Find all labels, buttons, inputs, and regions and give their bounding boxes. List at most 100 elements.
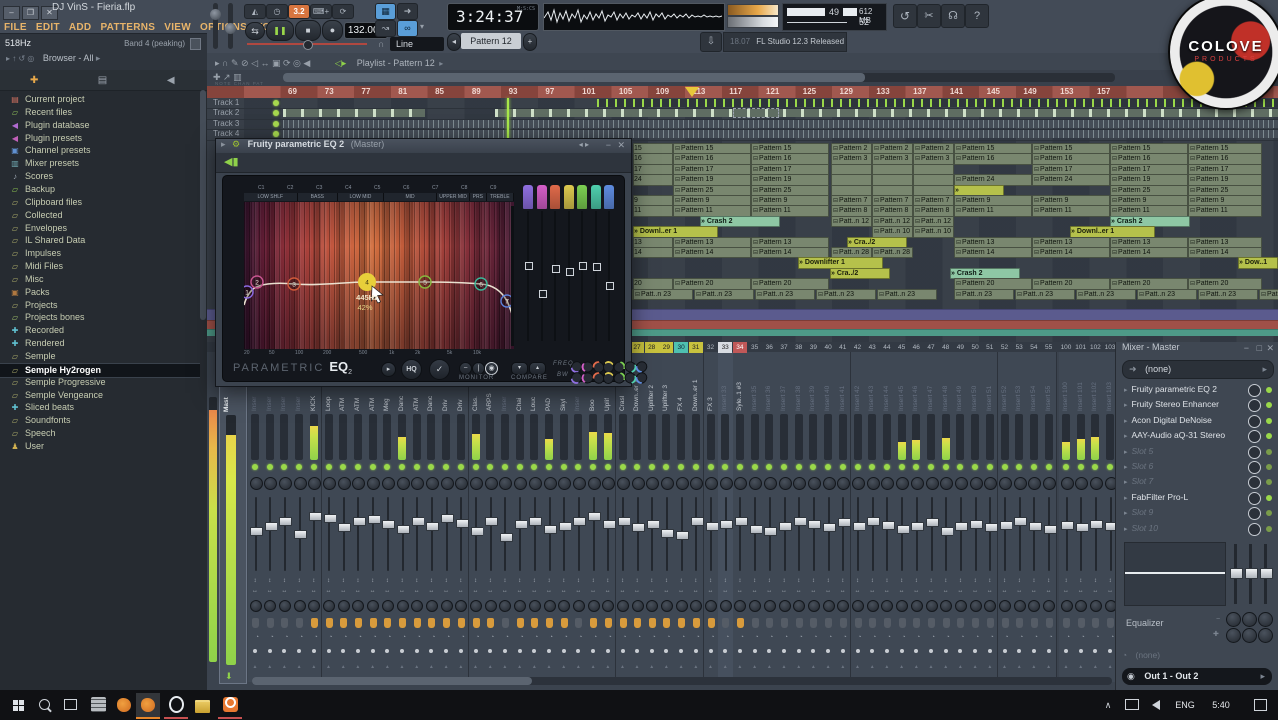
slot-enable-led[interactable]	[1266, 510, 1272, 517]
master-pitch-slider[interactable]	[225, 3, 236, 49]
strip-rec-dot[interactable]	[635, 649, 639, 653]
strip-stereo-knob[interactable]	[734, 600, 747, 612]
strip-fader-track[interactable]	[1105, 497, 1119, 571]
pattern-clip[interactable]: ⊟Pattern 14	[1032, 247, 1110, 259]
pattern-clip[interactable]: ⊟Patt..n 23	[755, 288, 815, 300]
eq-slider-track-3[interactable]	[554, 211, 556, 341]
master-pitch-knob[interactable]	[225, 23, 236, 34]
strip-stereo-knob[interactable]	[719, 600, 732, 612]
slot-chevron-icon[interactable]: ▸	[1124, 464, 1128, 471]
strip-pan-knob[interactable]	[558, 477, 572, 490]
browser-item-clipboard-files[interactable]: ▱ Clipboard files	[0, 196, 200, 209]
strip-sep-leftright-icon[interactable]: ↔	[983, 588, 997, 594]
strip-sep-updown-icon[interactable]: ↕	[586, 578, 600, 584]
strip-fader-handle[interactable]	[911, 522, 925, 532]
fx-slot-6[interactable]: ▸ Slot 6	[1120, 459, 1275, 474]
playlist-title[interactable]: Playlist - Pattern 12	[357, 58, 435, 68]
fx-slot-9[interactable]: ▸ Slot 9	[1120, 505, 1275, 521]
strip-arrow-icon[interactable]: ▲	[630, 664, 644, 670]
browser-item-impulses[interactable]: ▱ Impulses	[0, 247, 200, 260]
strip-fader-handle[interactable]	[294, 530, 308, 539]
strip-fader-handle[interactable]	[955, 522, 969, 532]
eq-band-section-prs[interactable]: PRS	[469, 193, 487, 201]
master-volume-knob[interactable]	[210, 9, 221, 20]
mixer-strip-18[interactable]: Inser ↕ ↔ ◔ ▲	[497, 352, 514, 682]
strip-led[interactable]	[310, 464, 317, 470]
mixer-strip-43[interactable]: 43 Insert 43 ↕ ↔ ◔ ▲	[865, 344, 881, 682]
strip-arrow-icon[interactable]: ▲	[645, 664, 659, 670]
strip-sep-leftright-icon[interactable]: ↔	[1027, 588, 1041, 594]
strip-fx-plug-icon[interactable]	[1001, 618, 1009, 628]
pattern-clip[interactable]: ⊟Patt..n 23	[633, 288, 693, 300]
strip-sep-updown-icon[interactable]: ↕	[924, 578, 938, 584]
strip-sep-updown-icon[interactable]: ↕	[571, 578, 585, 584]
strip-sep-leftright-icon[interactable]: ↔	[498, 588, 512, 594]
fl-studio-icon-active[interactable]	[136, 693, 160, 719]
strip-number[interactable]: 42	[851, 342, 865, 353]
strip-stereo-knob[interactable]	[278, 600, 291, 612]
pattern-clip[interactable]: » Downl..er 1	[633, 226, 718, 238]
strip-sep-updown-icon[interactable]: ↕	[689, 578, 703, 584]
strip-arrow-icon[interactable]: ▲	[586, 664, 600, 670]
strip-fader-track[interactable]	[646, 497, 660, 571]
mixer-strip-5[interactable]: KICK ↕ ↔ ◔ ▲	[306, 352, 323, 682]
mixer-strip-11[interactable]: Danc ↕ ↔ ◔ ▲	[395, 352, 411, 682]
strip-arrow-icon[interactable]: ▲	[616, 664, 630, 670]
strip-sep-leftright-icon[interactable]: ↔	[571, 588, 585, 594]
strip-stereo-knob[interactable]	[323, 600, 335, 612]
wait-for-input-icon[interactable]: ◷	[266, 4, 288, 19]
strip-fader-track[interactable]	[720, 497, 734, 571]
strip-rec-dot[interactable]	[693, 649, 698, 653]
strip-sep-updown-icon[interactable]: ↕	[380, 578, 394, 584]
strip-arrow-icon[interactable]: ▲	[733, 664, 747, 670]
strip-sep-leftright-icon[interactable]: ↔	[895, 588, 909, 594]
strip-sep-updown-icon[interactable]: ↕	[895, 578, 909, 584]
strip-sep-leftright-icon[interactable]: ↔	[718, 588, 732, 594]
strip-sep-leftright-icon[interactable]: ↔	[689, 588, 703, 594]
strip-number[interactable]: 47	[924, 342, 938, 353]
strip-arrow-icon[interactable]: ▲	[659, 664, 673, 670]
mixer-strip-32[interactable]: 32 FX 3 ↕ ↔ ◔ ▲	[703, 344, 720, 682]
strip-rec-dot[interactable]	[870, 649, 875, 653]
strip-fx-plug-icon[interactable]	[531, 618, 539, 628]
strip-pan-knob[interactable]	[1075, 477, 1089, 490]
eq-knob-6[interactable]	[1258, 628, 1273, 643]
mixer-close-icon[interactable]: ✕	[1266, 343, 1274, 354]
pattern-clip[interactable]: ⊟Patt..n 23	[1198, 288, 1258, 300]
strip-fader-track[interactable]	[250, 497, 263, 571]
strip-fader-handle[interactable]	[808, 520, 822, 530]
strip-name-label[interactable]: Insert 51	[986, 365, 993, 411]
strip-pan-knob[interactable]	[323, 477, 336, 490]
pattern-clip[interactable]: ⊟Pattern 20	[1110, 278, 1188, 290]
slot-chevron-icon[interactable]: ▸	[1124, 418, 1128, 425]
mixer-strip-54[interactable]: 54 Insert 54 ↕ ↔ ◔ ▲	[1026, 344, 1043, 682]
strip-number[interactable]: 40	[821, 342, 835, 353]
strip-stereo-knob[interactable]	[763, 600, 776, 612]
strip-fx-plug-icon[interactable]	[501, 618, 509, 628]
mixer-strip-23[interactable]: Inser ↕ ↔ ◔ ▲	[571, 352, 588, 682]
strip-fader-handle[interactable]	[823, 523, 837, 533]
strip-fader-handle[interactable]	[1061, 520, 1074, 530]
strip-rec-dot[interactable]	[282, 649, 287, 653]
mixer-strip-24[interactable]: Boo ↕ ↔ ◔ ▲	[586, 352, 602, 682]
strip-led[interactable]	[839, 464, 846, 470]
strip-arrow-icon[interactable]: ▲	[601, 664, 615, 670]
strip-rec-dot[interactable]	[591, 649, 596, 653]
track1-clip-ticks[interactable]	[597, 99, 1278, 107]
slot-mix-knob[interactable]	[1248, 461, 1261, 474]
strip-name-label[interactable]: Insert 54	[1030, 365, 1037, 411]
strip-fader-track[interactable]	[294, 497, 308, 571]
strip-name-label[interactable]: Insert 40	[824, 365, 831, 411]
mixer-eq-slider-1-handle[interactable]	[1230, 568, 1243, 579]
strip-stereo-knob[interactable]	[293, 600, 306, 612]
browser-nav-icons[interactable]: ▸ ↑ ↺ ◎	[6, 54, 34, 63]
strip-sep-leftright-icon[interactable]: ↔	[851, 588, 865, 594]
strip-sep-updown-icon[interactable]: ↕	[1088, 578, 1102, 584]
strip-fader-handle[interactable]	[544, 524, 557, 534]
strip-fx-plug-icon[interactable]	[898, 618, 906, 628]
slot-mix-knob[interactable]	[1248, 507, 1261, 521]
strip-stereo-knob[interactable]	[822, 600, 835, 612]
strip-arrow-icon[interactable]: ▲	[439, 664, 453, 670]
strip-number[interactable]: 53	[1012, 342, 1026, 353]
oscilloscope[interactable]	[543, 3, 725, 31]
